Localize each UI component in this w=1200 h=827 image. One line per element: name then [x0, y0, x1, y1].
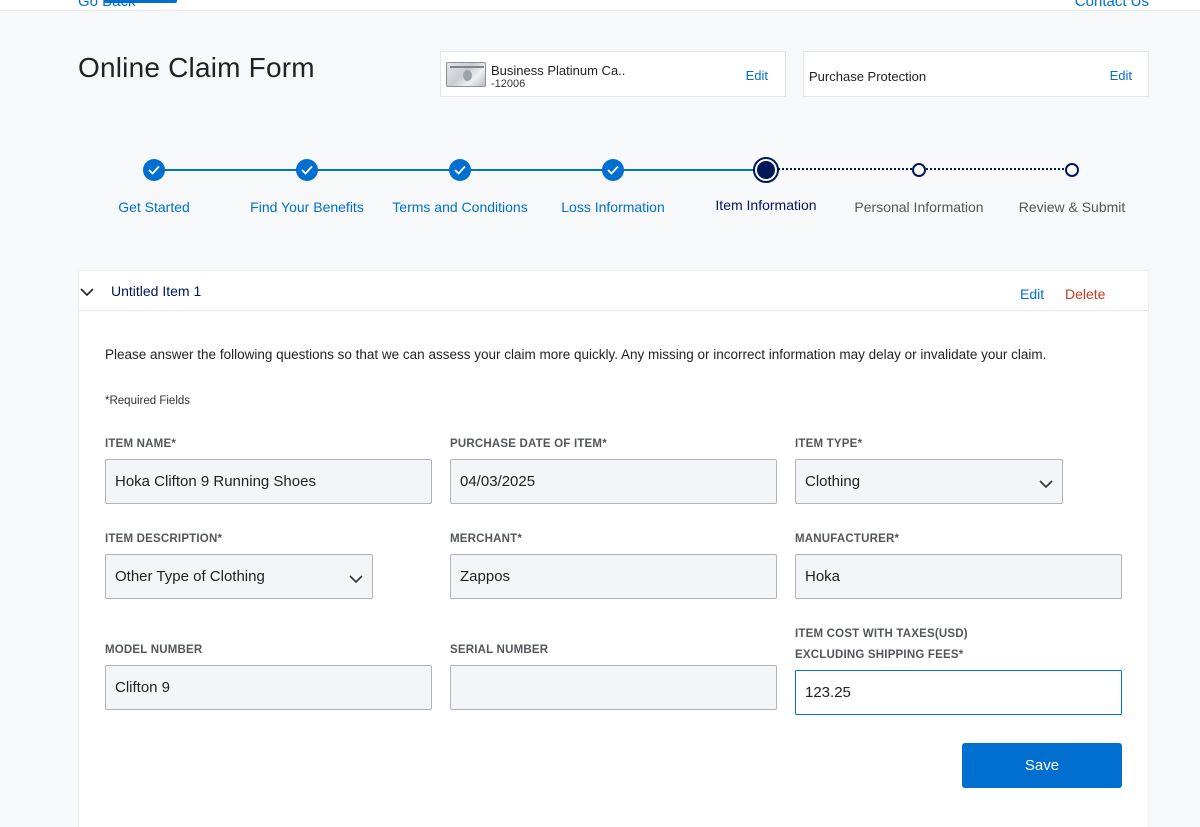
step-personal-information: Personal Information: [854, 199, 984, 215]
item-cost-label-line1: ITEM COST WITH TAXES(USD): [795, 628, 968, 640]
item-cost-input[interactable]: [795, 670, 1122, 715]
selected-card-summary: Business Platinum Ca.. -12006 Edit: [440, 51, 786, 97]
progress-stepper: Get Started Find Your Benefits Terms and…: [0, 150, 1200, 230]
serial-number-label: SERIAL NUMBER: [450, 644, 549, 656]
page-title: Online Claim Form: [78, 52, 315, 83]
card-number: -12006: [491, 78, 526, 90]
merchant-label: MERCHANT*: [450, 533, 523, 545]
item-panel-header: Untitled Item 1 Edit Delete: [79, 271, 1148, 311]
item-panel: Untitled Item 1 Edit Delete Please answe…: [78, 270, 1149, 827]
purchase-date-label: PURCHASE DATE OF ITEM*: [450, 438, 607, 450]
model-number-label: MODEL NUMBER: [105, 644, 203, 656]
manufacturer-label: MANUFACTURER*: [795, 533, 900, 545]
merchant-input[interactable]: [450, 554, 777, 599]
edit-benefit-button[interactable]: Edit: [1110, 68, 1132, 83]
item-type-select[interactable]: Clothing: [795, 459, 1063, 504]
item-description-selected-value: Other Type of Clothing: [115, 568, 265, 585]
manufacturer-input[interactable]: [795, 554, 1122, 599]
item-type-label: ITEM TYPE*: [795, 438, 863, 450]
step-terms-and-conditions[interactable]: Terms and Conditions: [392, 199, 527, 215]
step-complete-check-icon: [602, 159, 624, 181]
step-get-started[interactable]: Get Started: [118, 199, 190, 215]
step-review-and-submit: Review & Submit: [1018, 199, 1126, 215]
step-item-information: Item Information: [715, 197, 817, 213]
step-complete-check-icon: [296, 159, 318, 181]
selected-benefit-summary: Purchase Protection Edit: [803, 51, 1149, 97]
card-name: Business Platinum Ca..: [491, 63, 626, 78]
item-title: Untitled Item 1: [111, 283, 202, 299]
top-nav-strip: [0, 0, 1200, 11]
chevron-down-icon: [349, 571, 363, 584]
required-fields-note: *Required Fields: [105, 395, 191, 407]
edit-card-button[interactable]: Edit: [746, 68, 768, 83]
step-upcoming-indicator: [912, 163, 926, 177]
item-cost-label-line2: EXCLUDING SHIPPING FEES*: [795, 649, 964, 661]
chevron-down-icon: [1039, 476, 1053, 489]
item-type-selected-value: Clothing: [805, 473, 861, 490]
chevron-down-icon[interactable]: [80, 284, 94, 297]
purchase-date-input[interactable]: [450, 459, 777, 504]
item-description-select[interactable]: Other Type of Clothing: [105, 554, 373, 599]
item-name-input[interactable]: [105, 459, 432, 504]
benefit-name: Purchase Protection: [809, 69, 927, 84]
model-number-input[interactable]: [105, 665, 432, 710]
step-upcoming-indicator: [1065, 163, 1079, 177]
step-complete-check-icon: [449, 159, 471, 181]
credit-card-icon: [446, 62, 486, 87]
serial-number-input[interactable]: [450, 665, 777, 710]
save-button[interactable]: Save: [962, 743, 1122, 788]
item-name-label: ITEM NAME*: [105, 438, 176, 450]
delete-item-button[interactable]: Delete: [1065, 286, 1105, 302]
item-description-label: ITEM DESCRIPTION*: [105, 533, 223, 545]
step-find-your-benefits[interactable]: Find Your Benefits: [250, 199, 364, 215]
instructions-text: Please answer the following questions so…: [105, 347, 1047, 362]
edit-item-button[interactable]: Edit: [1020, 286, 1044, 302]
go-back-link[interactable]: Go Back: [78, 0, 136, 11]
step-complete-check-icon: [143, 159, 165, 181]
step-loss-information[interactable]: Loss Information: [561, 199, 665, 215]
step-current-indicator: [753, 157, 779, 183]
contact-us-link[interactable]: Contact Us: [1075, 0, 1149, 11]
